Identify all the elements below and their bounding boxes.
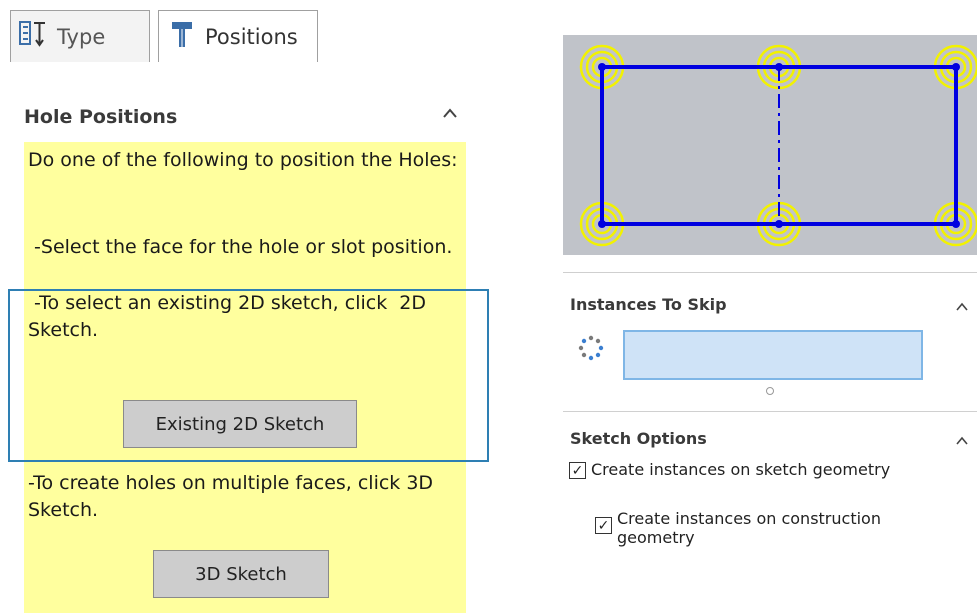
positions-icon (169, 21, 195, 54)
tab-positions-label: Positions (205, 25, 298, 49)
instances-to-skip-field[interactable] (623, 330, 923, 380)
instances-skip-icon (578, 335, 604, 365)
resize-handle-icon[interactable] (765, 381, 775, 400)
right-property-panel: Instances To Skip Sketch Options ✓ Creat… (563, 272, 977, 614)
option-construction-geometry-label: Create instances on construction geometr… (617, 509, 881, 547)
option-sketch-geometry[interactable]: ✓ Create instances on sketch geometry (569, 460, 890, 479)
option-sketch-geometry-label: Create instances on sketch geometry (591, 460, 891, 479)
tab-positions[interactable]: Positions (158, 10, 318, 63)
instruction-3d-sketch: -To create holes on multiple faces, clic… (28, 472, 440, 521)
tab-type-label: Type (57, 24, 106, 49)
sketch-rectangle (600, 65, 958, 226)
type-icon (19, 21, 47, 52)
sketch-preview (563, 35, 977, 255)
highlight-box (8, 289, 489, 462)
tab-type[interactable]: Type (10, 10, 150, 62)
sketch-preview-graphic (579, 44, 977, 247)
sketch-options-title: Sketch Options (570, 429, 707, 448)
checkbox-checked-icon[interactable]: ✓ (569, 462, 586, 479)
option-construction-geometry[interactable]: ✓ Create instances on construction geome… (595, 509, 925, 547)
chevron-up-icon[interactable] (443, 102, 457, 123)
instances-to-skip-title: Instances To Skip (570, 295, 727, 314)
chevron-up-icon[interactable] (956, 429, 968, 450)
checkbox-checked-icon[interactable]: ✓ (595, 517, 612, 534)
divider (563, 411, 977, 412)
3d-sketch-button[interactable]: 3D Sketch (153, 550, 329, 598)
instruction-intro: Do one of the following to position the … (28, 149, 458, 171)
chevron-up-icon[interactable] (956, 295, 968, 316)
hole-positions-title: Hole Positions (24, 106, 178, 128)
tab-bar: Type Positions (10, 0, 466, 63)
instruction-select-face: -Select the face for the hole or slot po… (28, 236, 453, 258)
